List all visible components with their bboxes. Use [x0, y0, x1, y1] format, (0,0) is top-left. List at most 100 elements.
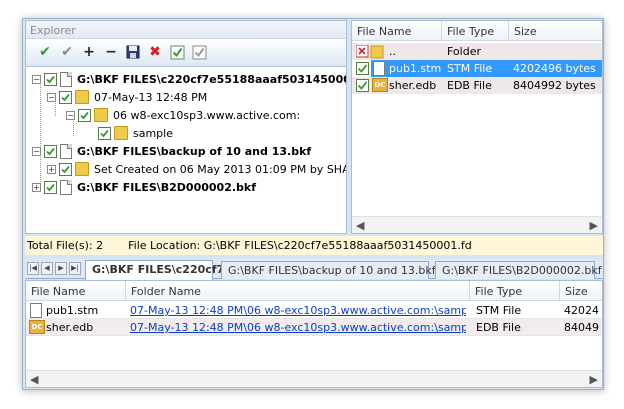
- file-type: STM File: [447, 62, 493, 75]
- save-icon[interactable]: [124, 43, 142, 61]
- explorer-title: Explorer: [26, 21, 346, 39]
- results-grid: File Name Folder Name File Type Size pub…: [25, 280, 603, 388]
- scroll-right-icon[interactable]: ▶: [590, 219, 598, 232]
- plus-icon[interactable]: +: [80, 43, 98, 61]
- tree-item-label: sample: [133, 126, 173, 140]
- tree-item[interactable]: + G:\BKF FILES\B2D000002.bkf: [32, 178, 256, 196]
- check-green-icon[interactable]: ✔: [36, 43, 54, 61]
- column-header-file-name[interactable]: File Name: [26, 281, 126, 301]
- tree-item[interactable]: + Set Created on 06 May 2013 01:09 PM by…: [47, 160, 346, 178]
- checkbox-checked-icon[interactable]: [168, 43, 186, 61]
- file-size: 84049: [564, 321, 599, 334]
- status-bar: Total File(s): 2 File Location: G:\BKF F…: [25, 236, 603, 255]
- prev-tab-icon[interactable]: ◀: [41, 262, 53, 275]
- file-size: 4202496 bytes: [513, 62, 596, 75]
- folder-link[interactable]: 07-May-13 12:48 PM\06 w8-exc10sp3.www.ac…: [130, 321, 466, 334]
- folder-link[interactable]: 07-May-13 12:48 PM\06 w8-exc10sp3.www.ac…: [130, 304, 466, 317]
- tree-item-label: G:\BKF FILES\B2D000002.bkf: [77, 180, 257, 194]
- tree-item-label: G:\BKF FILES\backup of 10 and 13.bkf: [77, 144, 312, 158]
- checkbox[interactable]: [59, 162, 72, 176]
- tab-b2d000002[interactable]: G:\BKF FILES\B2D000002.bkf: [435, 261, 602, 279]
- expand-toggle[interactable]: +: [32, 182, 41, 192]
- file-name: sher.edb: [389, 79, 437, 92]
- tree-item-label: Set Created on 06 May 2013 01:09 PM by S…: [94, 162, 346, 176]
- file-type: STM File: [476, 304, 522, 317]
- collapse-toggle[interactable]: −: [66, 110, 75, 120]
- checkbox[interactable]: [98, 126, 111, 140]
- file-name: ..: [389, 45, 396, 58]
- file-row[interactable]: pub1.stm STM File 4202496 bytes: [352, 60, 602, 78]
- explorer-panel: Explorer ✔ ✔ + − ✖ − G:\BKF FILES\c220cf…: [25, 20, 347, 234]
- checkbox[interactable]: [44, 144, 57, 158]
- minus-icon[interactable]: −: [102, 43, 120, 61]
- tab-c220cf7e[interactable]: G:\BKF FILES\c220cf7e: [85, 260, 232, 280]
- column-header-size[interactable]: Size: [560, 281, 602, 301]
- last-tab-icon[interactable]: ▶|: [69, 262, 81, 275]
- checkbox-partial-icon[interactable]: [190, 43, 208, 61]
- tab-bar: |◀ ◀ ▶ ▶| G:\BKF FILES\c220cf7e G:\BKF F…: [25, 259, 603, 280]
- file-type: EDB File: [476, 321, 521, 334]
- checkbox[interactable]: [59, 90, 72, 104]
- tree-item[interactable]: − 06 w8-exc10sp3.www.active.com:: [66, 106, 300, 124]
- tree-item-label: G:\BKF FILES\c220cf7e55188aaaf5031450001: [77, 72, 346, 86]
- file-name: sher.edb: [46, 321, 94, 334]
- file-row[interactable]: .. Folder: [352, 43, 602, 60]
- horizontal-scrollbar[interactable]: ◀ ▶: [352, 216, 602, 233]
- close-red-icon[interactable]: ✖: [146, 43, 164, 61]
- checkbox[interactable]: [44, 180, 57, 194]
- total-files: Total File(s): 2: [27, 239, 104, 252]
- tree-item[interactable]: − G:\BKF FILES\backup of 10 and 13.bkf: [32, 142, 311, 160]
- collapse-toggle[interactable]: −: [32, 74, 41, 84]
- edb-file-icon: DC: [29, 320, 45, 334]
- file-size: 8404992 bytes: [513, 79, 596, 92]
- file-size: 42024: [564, 304, 599, 317]
- file-name: pub1.stm: [389, 62, 442, 75]
- first-tab-icon[interactable]: |◀: [27, 262, 39, 275]
- table-row[interactable]: DC sher.edb 07-May-13 12:48 PM\06 w8-exc…: [26, 319, 602, 336]
- column-header-file-name[interactable]: File Name: [352, 21, 442, 41]
- expand-toggle[interactable]: +: [47, 164, 56, 174]
- scroll-left-icon[interactable]: ◀: [356, 219, 364, 232]
- collapse-toggle[interactable]: −: [32, 146, 41, 156]
- check-gray-icon[interactable]: ✔: [58, 43, 76, 61]
- file-icon: [60, 143, 72, 159]
- file-type: EDB File: [447, 79, 492, 92]
- file-type: Folder: [447, 45, 481, 58]
- file-row[interactable]: DC sher.edb EDB File 8404992 bytes: [352, 77, 602, 95]
- file-icon: [30, 303, 42, 318]
- folder-icon: [75, 90, 89, 104]
- tab-backup-10-13[interactable]: G:\BKF FILES\backup of 10 and 13.bkf: [221, 261, 436, 279]
- folder-icon: [75, 162, 89, 176]
- tree-item-label: 07-May-13 12:48 PM: [94, 90, 208, 104]
- app-window: Explorer ✔ ✔ + − ✖ − G:\BKF FILES\c220cf…: [22, 18, 604, 390]
- collapse-toggle[interactable]: −: [47, 92, 56, 102]
- tree-item-label: 06 w8-exc10sp3.www.active.com:: [113, 108, 301, 122]
- table-row[interactable]: pub1.stm 07-May-13 12:48 PM\06 w8-exc10s…: [26, 302, 602, 319]
- checkbox[interactable]: [78, 108, 91, 122]
- tree-item[interactable]: − 07-May-13 12:48 PM: [47, 88, 207, 106]
- column-header-size[interactable]: Size: [509, 21, 602, 41]
- column-header-folder-name[interactable]: Folder Name: [126, 281, 470, 301]
- next-tab-icon[interactable]: ▶: [55, 262, 67, 275]
- scroll-left-icon[interactable]: ◀: [30, 373, 38, 386]
- edb-file-icon: DC: [372, 78, 388, 92]
- explorer-toolbar: ✔ ✔ + − ✖: [26, 39, 346, 67]
- folder-icon: [114, 126, 128, 140]
- tree-item[interactable]: sample: [98, 124, 173, 142]
- file-list-panel: File Name File Type Size .. Folder pub1.…: [351, 20, 603, 234]
- file-location: File Location: G:\BKF FILES\c220cf7e5518…: [128, 239, 472, 252]
- file-name: pub1.stm: [46, 304, 99, 317]
- file-icon: [373, 61, 385, 76]
- file-icon: [60, 179, 72, 195]
- folder-icon: [94, 108, 108, 122]
- tree-item[interactable]: − G:\BKF FILES\c220cf7e55188aaaf50314500…: [32, 70, 346, 88]
- file-icon: [60, 71, 72, 87]
- horizontal-scrollbar[interactable]: ◀ ▶: [26, 370, 602, 387]
- checkbox[interactable]: [44, 72, 57, 86]
- checkbox[interactable]: [356, 62, 369, 78]
- column-header-file-type[interactable]: File Type: [442, 21, 509, 41]
- checkbox[interactable]: [356, 79, 369, 95]
- column-header-file-type[interactable]: File Type: [470, 281, 560, 301]
- folder-tree[interactable]: − G:\BKF FILES\c220cf7e55188aaaf50314500…: [26, 68, 346, 233]
- scroll-right-icon[interactable]: ▶: [590, 373, 598, 386]
